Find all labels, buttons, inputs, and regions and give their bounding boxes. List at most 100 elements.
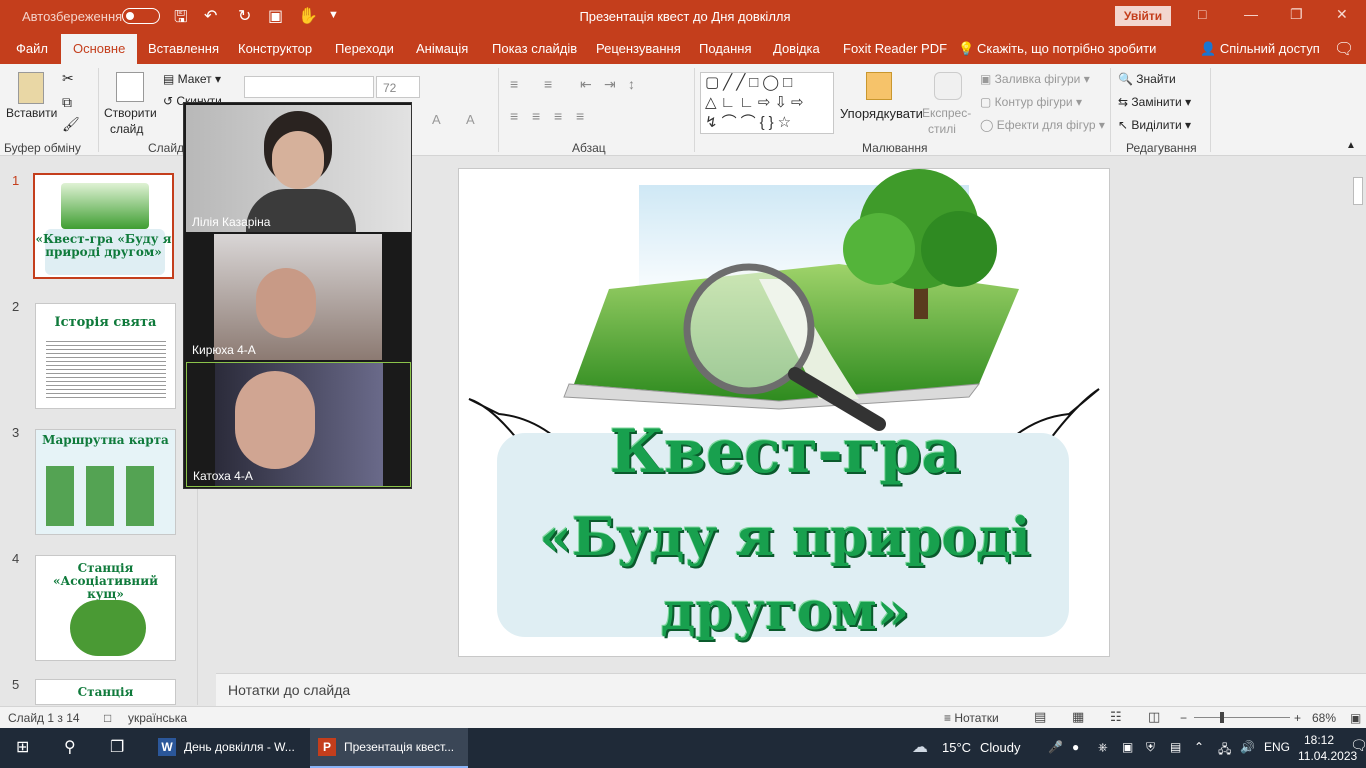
notes-pane[interactable]: Нотатки до слайда xyxy=(216,673,1366,706)
thumbnail-slide-5[interactable]: Станція xyxy=(35,679,176,705)
paste-button[interactable]: Вставити xyxy=(6,106,57,120)
tell-me-search[interactable]: Скажіть, що потрібно зробити xyxy=(977,41,1156,56)
slideshow-icon[interactable]: ◫ xyxy=(1148,709,1160,725)
zoom-slider-thumb[interactable] xyxy=(1220,712,1224,723)
reading-view-icon[interactable]: ☷ xyxy=(1110,709,1122,725)
tray-app-icon[interactable]: ▣ xyxy=(1122,740,1133,754)
present-icon[interactable]: ▣ xyxy=(268,6,283,26)
slide-title-line-3[interactable]: другом» xyxy=(459,581,1109,642)
normal-view-icon[interactable]: ▤ xyxy=(1034,709,1046,725)
copy-icon[interactable]: ⧉ xyxy=(62,94,72,111)
numbering-icon[interactable]: ≡ xyxy=(544,76,552,92)
undo-icon[interactable]: ↶ xyxy=(204,6,217,26)
shape-fill-button[interactable]: ▣ Заливка фігури ▾ xyxy=(980,72,1090,86)
signin-button[interactable]: Увійти xyxy=(1115,6,1171,26)
quick-styles-label-1[interactable]: Експрес- xyxy=(922,106,971,120)
zoom-slider[interactable] xyxy=(1194,717,1290,718)
increase-indent-icon[interactable]: ⇥ xyxy=(604,76,616,93)
usb-icon[interactable]: ⎈ xyxy=(1098,740,1108,755)
chevron-up-icon[interactable]: ⌃ xyxy=(1194,740,1204,754)
cut-icon[interactable]: ✂ xyxy=(62,70,74,87)
slide-canvas[interactable]: Квест-гра «Буду я природі другом» xyxy=(458,168,1110,657)
video-tile-active[interactable]: Катоха 4-А xyxy=(186,362,411,487)
text-shadow-icon[interactable]: A xyxy=(466,112,475,127)
windows-start-icon[interactable]: ⊞ xyxy=(16,737,29,757)
close-icon[interactable]: ✕ xyxy=(1336,6,1348,23)
new-slide-label-1[interactable]: Створити xyxy=(104,106,157,120)
collapse-ribbon-icon[interactable]: ▲ xyxy=(1346,140,1356,151)
find-button[interactable]: 🔍 Знайти xyxy=(1118,72,1176,86)
maximize-icon[interactable]: ❐ xyxy=(1290,6,1303,23)
volume-icon[interactable]: 🔊 xyxy=(1240,740,1255,754)
decrease-indent-icon[interactable]: ⇤ xyxy=(580,76,592,93)
touch-mode-icon[interactable]: ✋ xyxy=(298,6,318,26)
zoom-out-icon[interactable]: − xyxy=(1180,711,1187,725)
bullets-icon[interactable]: ≡ xyxy=(510,76,518,92)
font-size-box[interactable]: 72 xyxy=(376,76,420,98)
tab-animations[interactable]: Анімація xyxy=(416,41,468,56)
microphone-icon[interactable]: 🎤 xyxy=(1048,740,1063,754)
security-icon[interactable]: ⛨ xyxy=(1146,740,1155,755)
new-slide-label-2[interactable]: слайд xyxy=(110,122,143,136)
slide-title-line-2[interactable]: «Буду я природі xyxy=(459,507,1109,568)
align-center-icon[interactable]: ≡ xyxy=(532,108,540,124)
comments-icon[interactable]: 🗨 xyxy=(1334,39,1354,59)
thumbnail-slide-1[interactable]: «Квест-гра «Буду я природі другом» xyxy=(33,173,174,279)
customize-qat-icon[interactable]: ▼ xyxy=(328,9,339,21)
scroll-thumb[interactable] xyxy=(1353,177,1363,205)
clock-time[interactable]: 18:12 xyxy=(1304,733,1334,747)
redo-icon[interactable]: ↻ xyxy=(238,6,251,26)
paste-icon[interactable] xyxy=(18,72,44,104)
arrange-button[interactable]: Упорядкувати xyxy=(840,106,923,121)
thumbnail-slide-4[interactable]: Станція «Асоціативний кущ» xyxy=(35,555,176,661)
shape-effects-button[interactable]: ◯ Ефекти для фігур ▾ xyxy=(980,118,1105,132)
thumbnail-slide-3[interactable]: Маршрутна карта xyxy=(35,429,176,535)
justify-icon[interactable]: ≡ xyxy=(576,108,584,124)
network-icon[interactable]: 🖧 xyxy=(1218,740,1231,761)
input-language[interactable]: ENG xyxy=(1264,740,1290,754)
shapes-gallery[interactable]: ▢╱╱□◯□ △∟∟⇨⇩⇨ ↯⌒⌒{}☆ xyxy=(700,72,834,134)
tab-review[interactable]: Рецензування xyxy=(596,41,681,56)
format-painter-icon[interactable]: 🖌 xyxy=(62,116,80,133)
new-slide-icon[interactable] xyxy=(116,72,144,102)
task-view-icon[interactable]: ❐ xyxy=(110,737,124,757)
tab-slideshow[interactable]: Показ слайдів xyxy=(492,41,577,56)
weather-temp[interactable]: 15°C xyxy=(942,740,971,755)
thumbnail-slide-2[interactable]: Історія свята xyxy=(35,303,176,409)
slide-scrollbar[interactable] xyxy=(1350,157,1366,673)
minimize-icon[interactable]: — xyxy=(1244,6,1258,22)
align-left-icon[interactable]: ≡ xyxy=(510,108,518,124)
layout-button[interactable]: ▤ Макет ▾ xyxy=(163,72,221,86)
clock-date[interactable]: 11.04.2023 xyxy=(1298,749,1357,763)
shape-outline-button[interactable]: ▢ Контур фігури ▾ xyxy=(980,95,1082,109)
autosave-toggle[interactable] xyxy=(122,8,160,24)
tab-insert[interactable]: Вставлення xyxy=(148,41,219,56)
fit-slide-icon[interactable]: ▣ xyxy=(1350,711,1361,725)
tab-help[interactable]: Довідка xyxy=(773,41,820,56)
tab-transitions[interactable]: Переходи xyxy=(335,41,394,56)
zoom-in-icon[interactable]: + xyxy=(1294,711,1301,725)
video-tile[interactable]: Кирюха 4-А xyxy=(186,234,411,360)
tab-design[interactable]: Конструктор xyxy=(238,41,312,56)
quick-styles-icon[interactable] xyxy=(934,72,962,100)
save-icon[interactable]: 🖫 xyxy=(174,6,188,33)
slide-sorter-icon[interactable]: ▦ xyxy=(1072,709,1084,725)
language-status[interactable]: українська xyxy=(128,711,187,725)
zoom-level[interactable]: 68% xyxy=(1312,711,1336,725)
video-call-panel[interactable]: Лілія Казаріна Кирюха 4-А Катоха 4-А xyxy=(183,102,412,489)
select-button[interactable]: ↖ Виділити ▾ xyxy=(1118,118,1191,132)
quick-styles-label-2[interactable]: стилі xyxy=(928,122,956,136)
video-tile[interactable]: Лілія Казаріна xyxy=(186,105,411,232)
notifications-icon[interactable]: 🗨 xyxy=(1350,737,1366,754)
font-name-box[interactable] xyxy=(244,76,374,98)
weather-text[interactable]: Cloudy xyxy=(980,740,1020,755)
tab-view[interactable]: Подання xyxy=(699,41,752,56)
tab-foxit[interactable]: Foxit Reader PDF xyxy=(843,41,947,56)
taskbar-word[interactable]: W День довкілля - W... xyxy=(150,728,304,768)
line-spacing-icon[interactable]: ↕ xyxy=(628,76,635,92)
notes-toggle[interactable]: ≡ Нотатки xyxy=(944,711,999,725)
notes-placeholder[interactable]: Нотатки до слайда xyxy=(228,682,350,698)
taskbar-powerpoint[interactable]: P Презентація квест... xyxy=(310,728,468,768)
tray-app-icon-2[interactable]: ▤ xyxy=(1170,740,1181,754)
zoom-app-icon[interactable]: ● xyxy=(1072,740,1079,754)
